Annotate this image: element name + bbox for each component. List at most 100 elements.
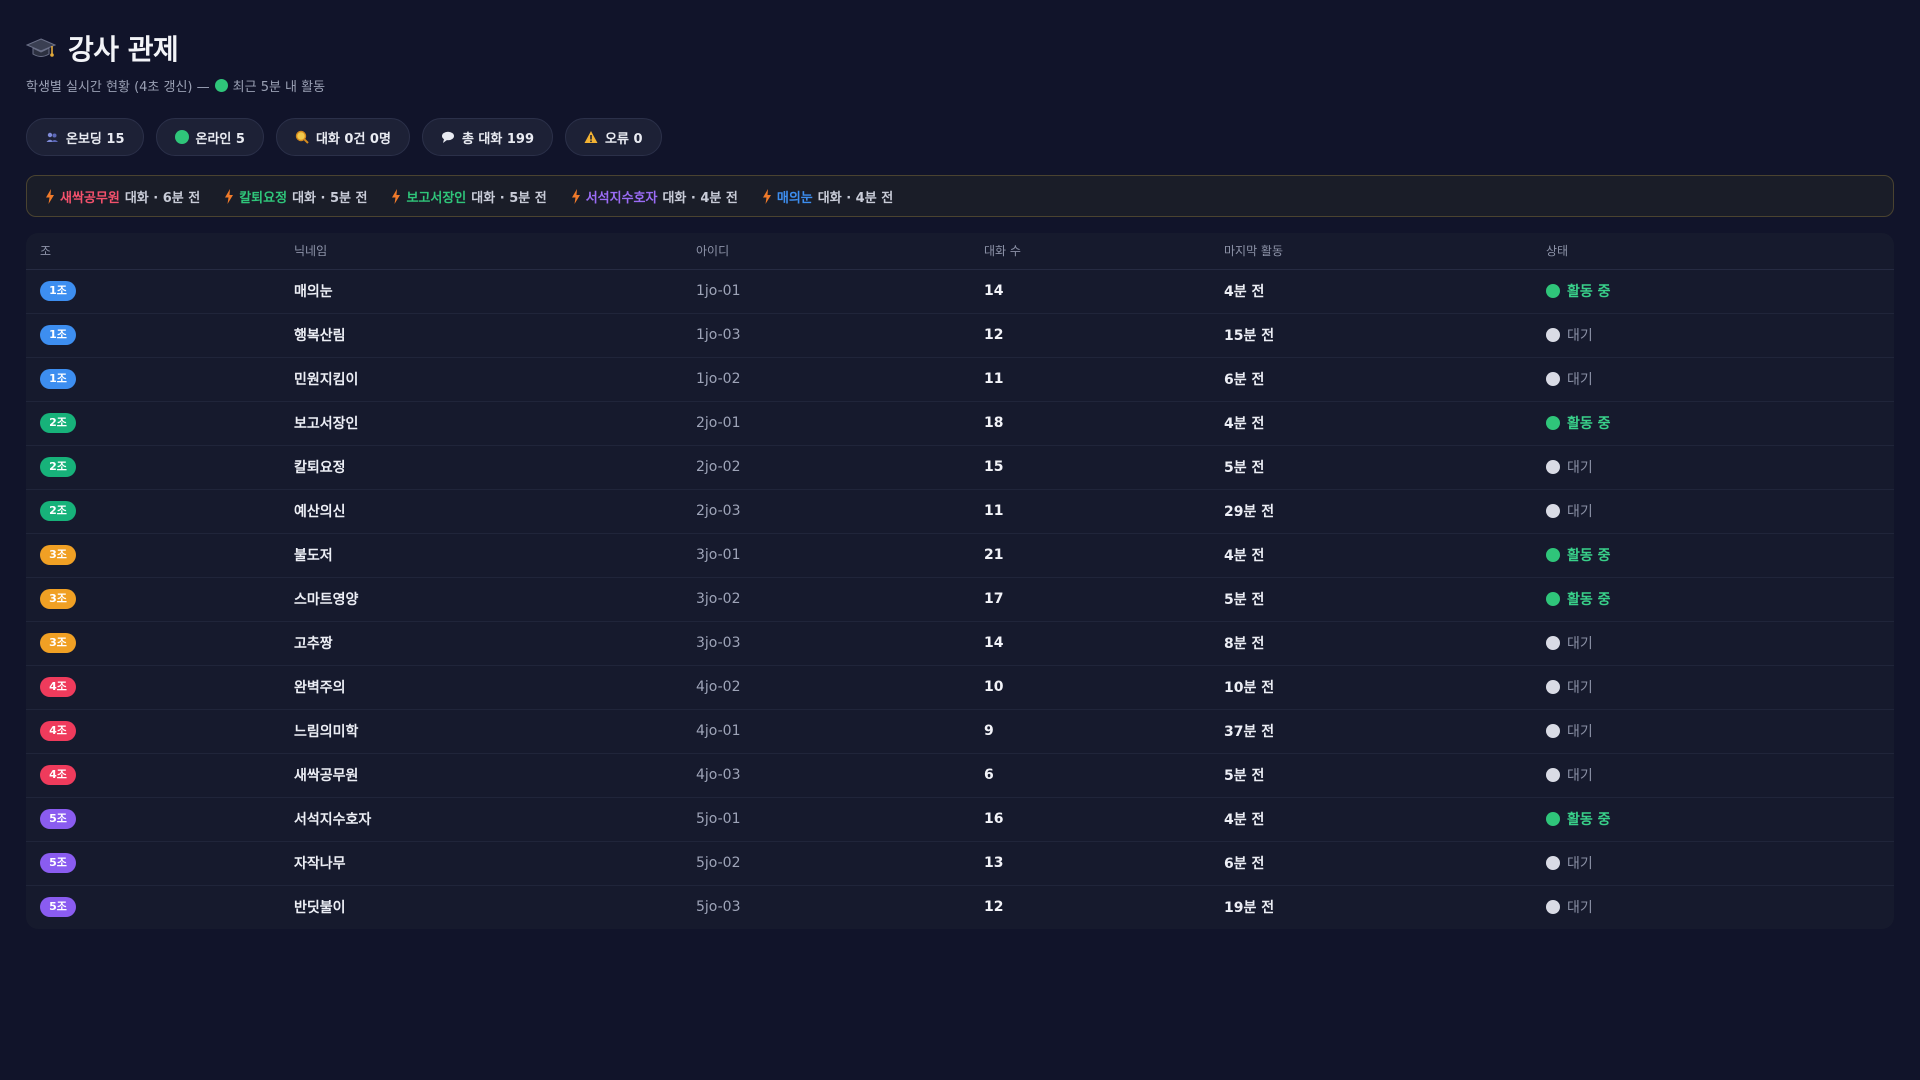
live-dot-icon xyxy=(214,79,228,92)
cell-last-activity: 4분 전 xyxy=(1210,797,1532,842)
table-body: 1조 매의눈 1jo-01 14 4분 전 활동 중 1조 행복산림 1jo-03 12 15분 전… xyxy=(26,269,1894,929)
cell-chat-count: 11 xyxy=(970,357,1210,402)
feed-item[interactable]: 서석지수호자 대화 · 4분 전 xyxy=(571,187,738,206)
table-row[interactable]: 1조 행복산림 1jo-03 12 15분 전 대기 xyxy=(26,313,1894,358)
chat-bubble-icon xyxy=(441,131,454,143)
cell-id: 1jo-03 xyxy=(682,313,970,358)
active-dot-icon xyxy=(1546,284,1560,298)
column-header-status[interactable]: 상태 xyxy=(1532,233,1894,270)
feed-item-name: 칼퇴요정 xyxy=(239,190,288,206)
cell-chat-count: 13 xyxy=(970,841,1210,886)
feed-item[interactable]: 보고서장인 대화 · 5분 전 xyxy=(391,187,547,206)
cell-status: 대기 xyxy=(1532,753,1894,798)
pill-online[interactable]: 온라인 5 xyxy=(155,118,264,156)
status-label: 대기 xyxy=(1567,680,1593,696)
idle-dot-icon xyxy=(1546,856,1560,870)
column-header-last-activity[interactable]: 마지막 활동 xyxy=(1210,233,1532,270)
cell-chat-count: 17 xyxy=(970,577,1210,622)
table-row[interactable]: 4조 새싹공무원 4jo-03 6 5분 전 대기 xyxy=(26,753,1894,798)
cell-status: 활동 중 xyxy=(1532,401,1894,446)
cell-last-activity: 29분 전 xyxy=(1210,489,1532,534)
idle-dot-icon xyxy=(1546,680,1560,694)
group-badge: 1조 xyxy=(40,325,76,345)
page-header: 강사 관제 xyxy=(26,28,1894,68)
column-header-id[interactable]: 아이디 xyxy=(682,233,970,270)
feed-item-desc: 대화 · 4분 전 xyxy=(662,190,738,206)
column-header-group[interactable]: 조 xyxy=(26,233,280,270)
cell-group: 5조 xyxy=(26,797,280,842)
idle-dot-icon xyxy=(1546,372,1560,386)
group-badge: 1조 xyxy=(40,281,76,301)
table-row[interactable]: 4조 느림의미학 4jo-01 9 37분 전 대기 xyxy=(26,709,1894,754)
group-badge: 5조 xyxy=(40,809,76,829)
pill-online-label: 온라인 5 xyxy=(195,131,245,147)
cell-nickname: 완벽주의 xyxy=(280,665,682,710)
pill-onboarding[interactable]: 온보딩 15 xyxy=(26,118,144,156)
feed-item[interactable]: 새싹공무원 대화 · 6분 전 xyxy=(45,187,200,206)
table-row[interactable]: 3조 스마트영양 3jo-02 17 5분 전 활동 중 xyxy=(26,577,1894,622)
cell-last-activity: 19분 전 xyxy=(1224,900,1275,917)
table-row[interactable]: 3조 고추짱 3jo-03 14 8분 전 대기 xyxy=(26,621,1894,666)
cell-chat-count: 10 xyxy=(970,665,1210,710)
cell-id: 2jo-03 xyxy=(682,489,970,534)
idle-dot-icon xyxy=(1546,636,1560,650)
feed-item[interactable]: 매의눈 대화 · 4분 전 xyxy=(762,187,893,206)
cell-chat-count: 9 xyxy=(970,709,1210,754)
cell-last-activity: 4분 전 xyxy=(1210,533,1532,578)
table-row[interactable]: 2조 칼퇴요정 2jo-02 15 5분 전 대기 xyxy=(26,445,1894,490)
table-row[interactable]: 5조 자작나무 5jo-02 13 6분 전 대기 xyxy=(26,841,1894,886)
cell-nickname: 스마트영양 xyxy=(280,577,682,622)
cell-group: 4조 xyxy=(26,665,280,710)
pill-errors[interactable]: 오류 0 xyxy=(565,118,662,156)
feed-item[interactable]: 칼퇴요정 대화 · 5분 전 xyxy=(224,187,367,206)
group-badge: 4조 xyxy=(40,721,76,741)
table-row[interactable]: 3조 불도저 3jo-01 21 4분 전 활동 중 xyxy=(26,533,1894,578)
table-row[interactable]: 1조 매의눈 1jo-01 14 4분 전 활동 중 xyxy=(26,269,1894,314)
green-dot-icon xyxy=(174,130,189,144)
cell-group: 1조 xyxy=(26,313,280,358)
warning-icon xyxy=(584,131,598,143)
status-label: 대기 xyxy=(1567,724,1593,740)
cell-id: 3jo-02 xyxy=(682,577,970,622)
cell-status: 대기 xyxy=(1532,489,1894,534)
table-row[interactable]: 4조 완벽주의 4jo-02 10 10분 전 대기 xyxy=(26,665,1894,710)
cell-nickname: 고추짱 xyxy=(280,621,682,666)
pill-total-chat[interactable]: 총 대화 199 xyxy=(421,118,554,156)
cell-group: 5조 xyxy=(26,841,280,886)
table-row[interactable]: 2조 보고서장인 2jo-01 18 4분 전 활동 중 xyxy=(26,401,1894,446)
summary-pills: 온보딩 15 온라인 5 대화 0건 0명 총 대화 199 오류 0 xyxy=(26,118,1894,156)
table-row[interactable]: 5조 반딧불이 5jo-03 12 19분 전 대기 xyxy=(26,885,1894,929)
cell-chat-count: 14 xyxy=(970,621,1210,666)
table-row[interactable]: 5조 서석지수호자 5jo-01 16 4분 전 활동 중 xyxy=(26,797,1894,842)
cell-status: 대기 xyxy=(1532,885,1894,929)
table-row[interactable]: 2조 예산의신 2jo-03 11 29분 전 대기 xyxy=(26,489,1894,534)
cell-status: 활동 중 xyxy=(1532,797,1894,842)
table-row[interactable]: 1조 민원지킴이 1jo-02 11 6분 전 대기 xyxy=(26,357,1894,402)
group-badge: 3조 xyxy=(40,633,76,653)
idle-dot-icon xyxy=(1546,460,1560,474)
status-label: 대기 xyxy=(1567,328,1593,344)
pill-zero-chat[interactable]: 대화 0건 0명 xyxy=(275,118,410,156)
cell-id: 5jo-01 xyxy=(682,797,970,842)
activity-feed: 새싹공무원 대화 · 6분 전 칼퇴요정 대화 · 5분 전 보고서장인 대화 · 5분 … xyxy=(26,175,1894,217)
cell-chat-count: 6 xyxy=(970,753,1210,798)
cell-nickname: 예산의신 xyxy=(280,489,682,534)
column-header-chat-count[interactable]: 대화 수 xyxy=(970,233,1210,270)
group-badge: 2조 xyxy=(40,413,76,433)
cell-nickname: 칼퇴요정 xyxy=(280,445,682,490)
cell-group: 2조 xyxy=(26,401,280,446)
lightning-icon xyxy=(571,188,580,204)
idle-dot-icon xyxy=(1546,328,1560,342)
student-table: 조 닉네임 아이디 대화 수 마지막 활동 상태 1조 매의눈 1jo-01 14 4분… xyxy=(26,233,1894,929)
status-label: 대기 xyxy=(1567,504,1593,520)
cell-id: 1jo-01 xyxy=(682,269,970,314)
table-header-row: 조 닉네임 아이디 대화 수 마지막 활동 상태 xyxy=(26,233,1894,270)
cell-last-activity: 4분 전 xyxy=(1210,269,1532,314)
idle-dot-icon xyxy=(1546,504,1560,518)
cell-id: 3jo-03 xyxy=(682,621,970,666)
lightning-icon xyxy=(225,188,234,204)
cell-group: 4조 xyxy=(26,709,280,754)
group-badge: 4조 xyxy=(40,765,76,785)
column-header-nickname[interactable]: 닉네임 xyxy=(280,233,682,270)
cell-id: 4jo-03 xyxy=(682,753,970,798)
